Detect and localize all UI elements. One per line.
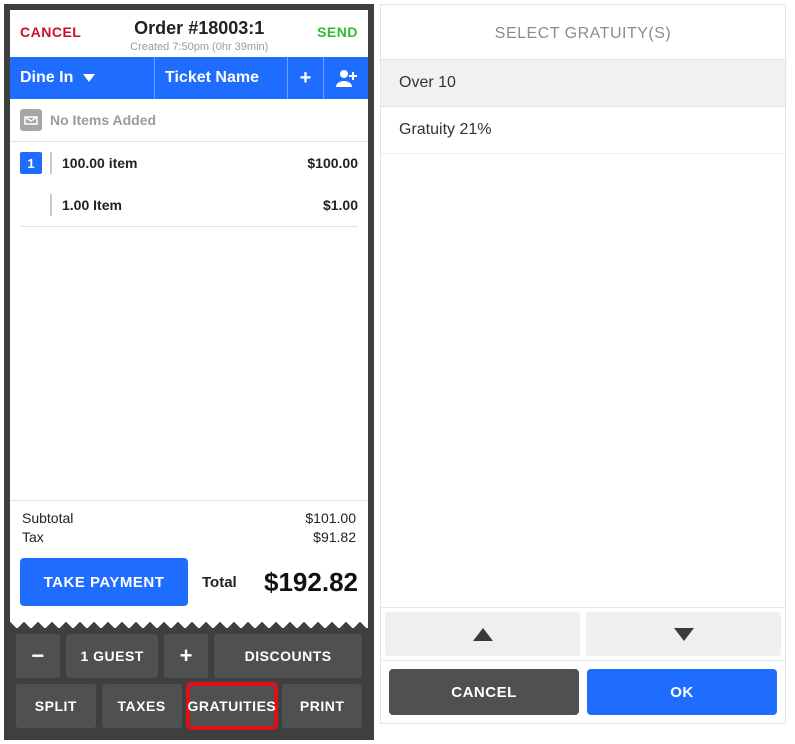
- triangle-up-icon: [473, 628, 493, 641]
- discounts-button[interactable]: DISCOUNTS: [214, 634, 362, 678]
- tax-label: Tax: [22, 529, 44, 545]
- triangle-down-icon: [674, 628, 694, 641]
- order-meta: Created 7:50pm (0hr 39min): [81, 41, 317, 53]
- split-button[interactable]: SPLIT: [16, 684, 96, 728]
- person-plus-icon: [335, 69, 357, 87]
- chevron-down-icon: [83, 74, 95, 82]
- subtotal-value: $101.00: [305, 510, 356, 526]
- divider: [50, 152, 52, 174]
- gratuity-option[interactable]: Over 10: [381, 59, 785, 107]
- line-item[interactable]: 1.00 Item $1.00: [10, 184, 368, 226]
- print-button[interactable]: PRINT: [282, 684, 362, 728]
- line-items: 1 100.00 item $100.00 1.00 Item $1.00: [10, 142, 368, 227]
- move-up-button[interactable]: [385, 612, 580, 656]
- modal-ok-button[interactable]: OK: [587, 669, 777, 715]
- tax-value: $91.82: [313, 529, 356, 545]
- order-title: Order #18003:1: [81, 18, 317, 39]
- action-bar: − 1 GUEST + DISCOUNTS SPLIT TAXES GRATUI…: [10, 628, 368, 734]
- add-person-button[interactable]: [324, 57, 368, 99]
- qty-badge: 1: [20, 152, 42, 174]
- divider: [50, 194, 52, 216]
- ticket-icon: [20, 109, 42, 131]
- dine-in-dropdown[interactable]: Dine In: [10, 57, 155, 99]
- sort-arrows: [381, 607, 785, 661]
- gratuity-modal: SELECT GRATUITY(S) Over 10 Gratuity 21% …: [380, 4, 786, 724]
- total-label: Total: [202, 574, 237, 591]
- modal-title: SELECT GRATUITY(S): [381, 5, 785, 59]
- line-item[interactable]: 1 100.00 item $100.00: [10, 142, 368, 184]
- no-items-row: No Items Added: [10, 99, 368, 142]
- guest-minus-button[interactable]: −: [16, 634, 60, 678]
- item-price: $100.00: [307, 155, 358, 171]
- pos-panel: CANCEL Order #18003:1 Created 7:50pm (0h…: [4, 4, 374, 740]
- cancel-button[interactable]: CANCEL: [20, 18, 81, 40]
- total-amount: $192.82: [245, 567, 358, 598]
- order-header: CANCEL Order #18003:1 Created 7:50pm (0h…: [10, 10, 368, 57]
- item-name: 1.00 Item: [62, 197, 323, 213]
- dine-in-label: Dine In: [20, 69, 73, 87]
- ticket-name-field[interactable]: Ticket Name: [155, 57, 288, 99]
- gratuities-button[interactable]: GRATUITIES: [188, 684, 277, 728]
- totals: Subtotal $101.00 Tax $91.82: [10, 500, 368, 548]
- move-down-button[interactable]: [586, 612, 781, 656]
- taxes-button[interactable]: TAXES: [102, 684, 182, 728]
- subtotal-label: Subtotal: [22, 510, 73, 526]
- ticket-name-label: Ticket Name: [165, 69, 259, 87]
- no-items-label: No Items Added: [50, 112, 156, 128]
- send-button[interactable]: SEND: [317, 18, 358, 40]
- item-name: 100.00 item: [62, 155, 307, 171]
- modal-actions: CANCEL OK: [381, 661, 785, 723]
- take-payment-button[interactable]: TAKE PAYMENT: [20, 558, 188, 606]
- guest-count-button[interactable]: 1 GUEST: [66, 634, 158, 678]
- receipt-edge: [10, 616, 368, 628]
- payment-row: TAKE PAYMENT Total $192.82: [10, 548, 368, 616]
- add-button[interactable]: +: [288, 57, 324, 99]
- gratuity-option[interactable]: Gratuity 21%: [381, 107, 785, 154]
- guest-plus-button[interactable]: +: [164, 634, 208, 678]
- modal-cancel-button[interactable]: CANCEL: [389, 669, 579, 715]
- order-options-bar: Dine In Ticket Name +: [10, 57, 368, 99]
- item-price: $1.00: [323, 197, 358, 213]
